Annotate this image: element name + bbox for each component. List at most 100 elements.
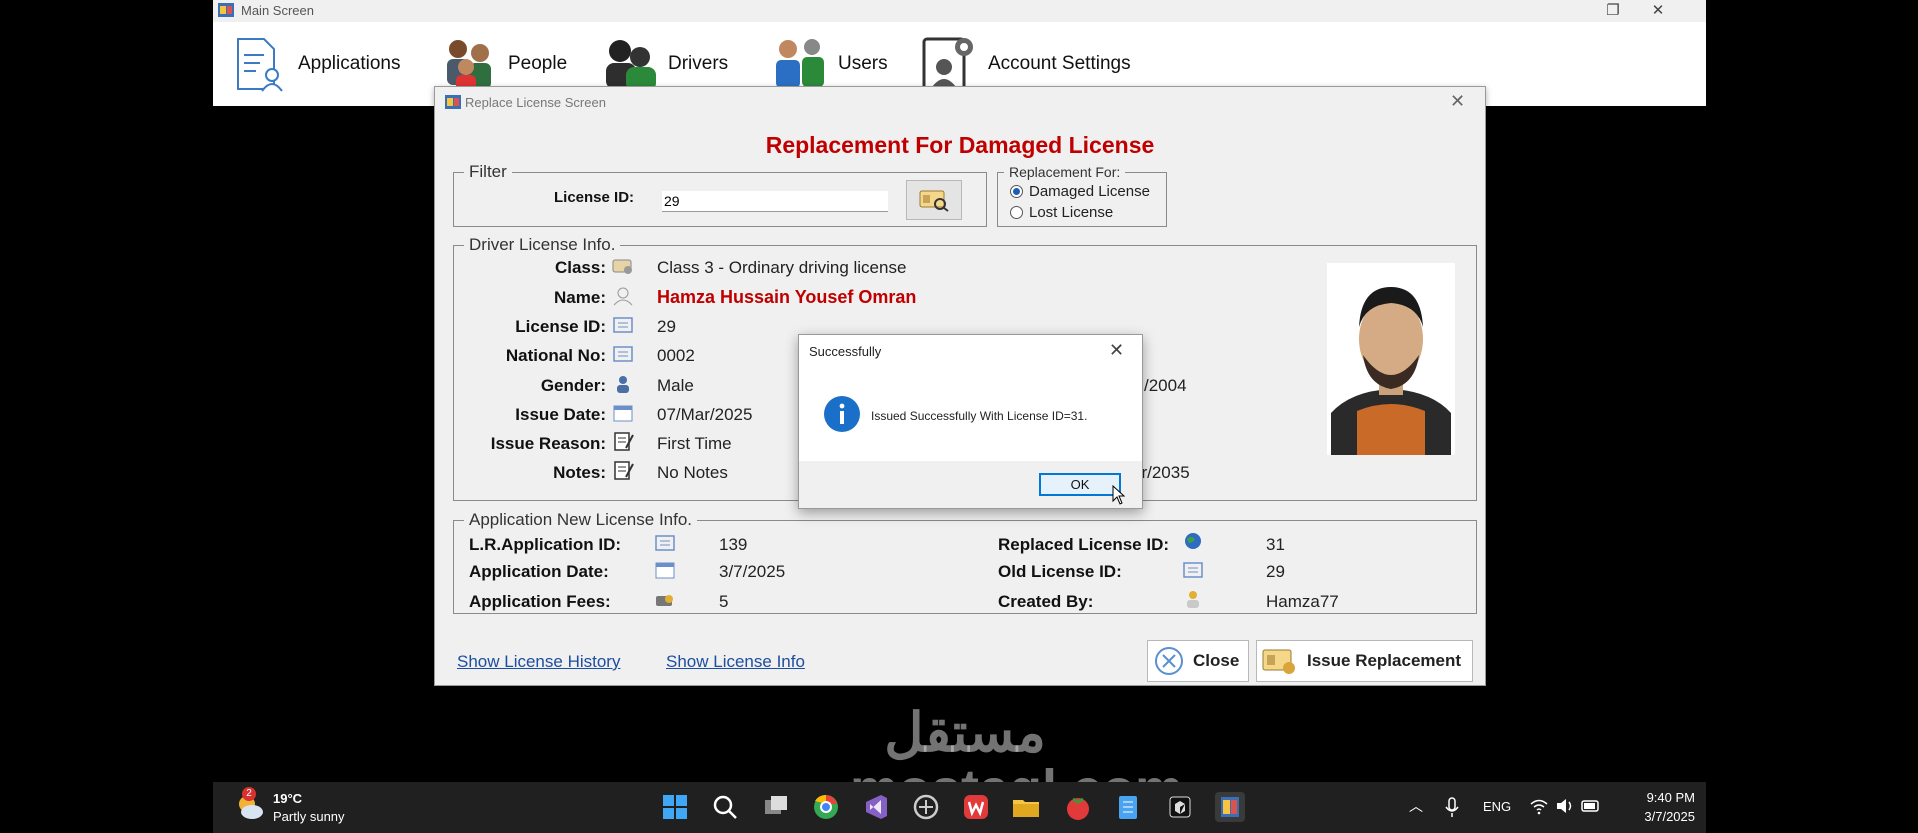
menu-label: Users	[838, 53, 888, 74]
wps-office-icon[interactable]	[961, 792, 991, 822]
applications-icon	[237, 38, 283, 92]
notes-label: Notes:	[553, 463, 606, 482]
filter-group: Filter License ID:	[453, 162, 987, 227]
show-hidden-icons-icon[interactable]: ︿	[1409, 796, 1423, 816]
radio-lost-license[interactable]: Lost License	[1010, 204, 1113, 221]
license-id-label: License ID:	[554, 189, 635, 206]
application-fees-label: Application Fees:	[469, 592, 611, 611]
date-of-birth-value: /2004	[1144, 376, 1187, 395]
message-box-title: Successfully	[809, 344, 882, 359]
menu-label: Applications	[298, 53, 401, 74]
created-by-value: Hamza77	[1266, 592, 1339, 611]
license-id-info-label: License ID:	[515, 317, 606, 336]
national-no-label: National No:	[505, 346, 606, 365]
find-license-button[interactable]	[906, 180, 962, 220]
license-search-icon	[919, 190, 949, 212]
app-icon	[218, 3, 234, 17]
user-icon	[1187, 591, 1199, 608]
show-license-info-link[interactable]: Show License Info	[666, 652, 805, 672]
search-icon[interactable]	[710, 792, 740, 822]
app-box-icon[interactable]	[1165, 792, 1195, 822]
gender-value: Male	[657, 376, 694, 395]
old-license-id-value: 29	[1266, 562, 1285, 581]
microphone-icon[interactable]	[1443, 796, 1461, 818]
replacement-for-group: Replacement For: Damaged License Lost Li…	[997, 164, 1167, 227]
start-icon[interactable]	[660, 792, 690, 822]
menu-applications[interactable]: Applications	[228, 26, 400, 102]
class-value: Class 3 - Ordinary driving license	[657, 258, 907, 277]
wifi-icon[interactable]	[1529, 797, 1549, 815]
gender-label: Gender:	[540, 376, 606, 395]
notepad-icon	[614, 461, 634, 480]
issue-replacement-button[interactable]: Issue Replacement	[1256, 640, 1473, 682]
money-icon	[656, 595, 673, 606]
replaced-license-id-value: 31	[1266, 535, 1285, 554]
old-license-id-label: Old License ID:	[998, 562, 1122, 581]
lr-application-id-value: 139	[719, 535, 748, 554]
notepad-icon	[614, 432, 634, 451]
close-icon[interactable]: ✕	[1450, 91, 1465, 112]
driver-photo	[1327, 263, 1455, 455]
menu-label: Drivers	[668, 53, 729, 74]
radio-label: Lost License	[1029, 204, 1114, 221]
replaced-license-id-label: Replaced License ID:	[998, 535, 1170, 554]
task-view-icon[interactable]	[761, 792, 791, 822]
visual-studio-icon[interactable]	[861, 792, 891, 822]
close-icon[interactable]: ✕	[1109, 340, 1124, 361]
taskbar: 2 19°C Partly sunny ︿ ENG 9:40 PM 3/7/20…	[213, 782, 1706, 833]
notepad-app-icon[interactable]	[1113, 792, 1143, 822]
close-button[interactable]: Close	[1147, 640, 1249, 682]
license-id-input[interactable]	[662, 191, 888, 212]
weather-badge: 2	[242, 787, 256, 801]
success-message-box: Successfully ✕ Issued Successfully With …	[798, 334, 1143, 509]
issue-replacement-label: Issue Replacement	[1307, 651, 1462, 670]
weather-description: Partly sunny	[273, 809, 345, 824]
calendar-icon	[655, 562, 675, 579]
license-id-value: 29	[657, 317, 676, 336]
application-info-legend: Application New License Info.	[464, 510, 698, 530]
radio-button[interactable]	[1010, 206, 1023, 219]
application-date-label: Application Date:	[469, 562, 609, 581]
page-title: Replacement For Damaged License	[765, 132, 1155, 158]
clock-date[interactable]: 3/7/2025	[1623, 809, 1695, 824]
info-icon	[824, 396, 860, 432]
calendar-icon	[613, 405, 633, 422]
person-icon	[613, 287, 633, 306]
battery-icon[interactable]	[1581, 797, 1601, 815]
driver-info-legend: Driver License Info.	[464, 235, 621, 255]
menu-label: People	[508, 53, 568, 74]
dvld-app-icon[interactable]	[1215, 792, 1245, 822]
vpn-icon[interactable]	[911, 792, 941, 822]
id-card-icon	[655, 535, 675, 551]
radio-button[interactable]	[1010, 185, 1023, 198]
language-indicator[interactable]: ENG	[1483, 799, 1511, 814]
weather-widget[interactable]: 2 19°C Partly sunny	[235, 787, 365, 826]
issue-reason-value: First Time	[657, 434, 732, 453]
restore-button[interactable]: ❐	[1593, 0, 1633, 22]
app-icon	[445, 95, 461, 109]
volume-icon[interactable]	[1555, 797, 1575, 815]
lr-application-id-label: L.R.Application ID:	[469, 535, 622, 554]
file-explorer-icon[interactable]	[1011, 792, 1041, 822]
ok-button[interactable]: OK	[1039, 473, 1121, 496]
dialog-titlebar[interactable]: Replace License Screen ✕	[435, 87, 1485, 117]
globe-icon	[1185, 533, 1201, 549]
notes-value: No Notes	[657, 463, 728, 482]
tomato-timer-icon[interactable]	[1063, 792, 1093, 822]
close-circle-icon	[1155, 647, 1183, 675]
application-fees-value: 5	[719, 592, 729, 611]
name-value: Hamza Hussain Yousef Omran	[657, 287, 917, 307]
radio-damaged-license[interactable]: Damaged License	[1010, 183, 1150, 200]
chrome-icon[interactable]	[811, 792, 841, 822]
main-titlebar[interactable]: Main Screen ❐ ✕	[213, 0, 1706, 22]
show-license-history-link[interactable]: Show License History	[457, 652, 620, 672]
clock-time[interactable]: 9:40 PM	[1623, 790, 1695, 805]
mouse-cursor-icon	[1112, 485, 1126, 505]
application-date-value: 3/7/2025	[719, 562, 786, 581]
name-label: Name:	[554, 288, 606, 307]
main-window-title: Main Screen	[241, 3, 314, 18]
close-main-button[interactable]: ✕	[1638, 0, 1678, 22]
id-card-icon	[613, 346, 633, 362]
dialog-title: Replace License Screen	[465, 95, 606, 110]
national-no-value: 0002	[657, 346, 695, 365]
